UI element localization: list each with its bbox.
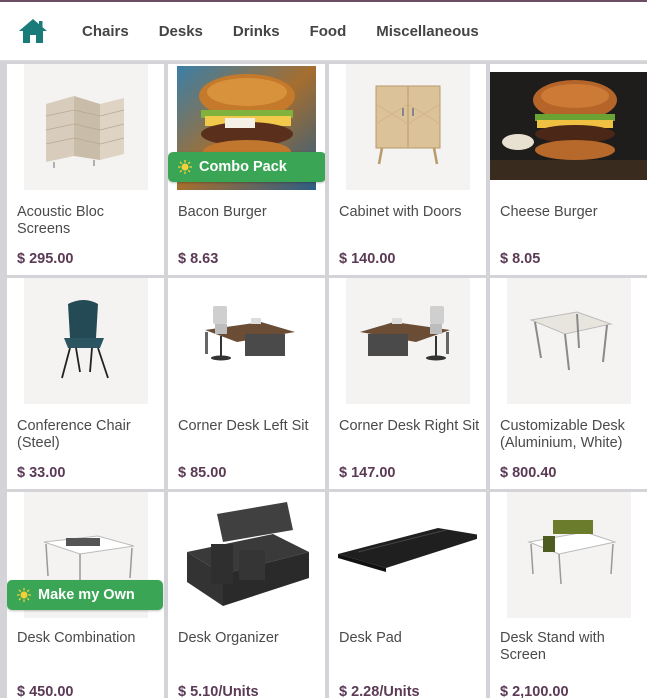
product-card[interactable]: Desk Stand with Screen $ 2,100.00 [490, 492, 647, 698]
product-price: $ 2,100.00 [500, 684, 569, 698]
product-card[interactable]: Cheese Burger $ 8.05 [490, 64, 647, 275]
combo-pack-badge: Combo Pack [168, 152, 325, 182]
product-name: Conference Chair (Steel) [17, 418, 131, 451]
product-name: Desk Organizer [178, 630, 279, 646]
product-price: $ 33.00 [17, 465, 66, 481]
home-icon [19, 19, 47, 43]
product-name: Desk Combination [17, 630, 136, 646]
category-desks[interactable]: Desks [159, 23, 203, 40]
product-price: $ 2.28/Units [339, 684, 420, 698]
product-price: $ 85.00 [178, 465, 227, 481]
badge-label: Make my Own [38, 587, 135, 603]
sun-icon [17, 588, 31, 602]
product-card[interactable]: Cabinet with Doors $ 140.00 [329, 64, 486, 275]
sun-icon [178, 160, 192, 174]
make-my-own-badge: Make my Own [7, 580, 163, 610]
product-image [507, 278, 631, 404]
product-price: $ 140.00 [339, 251, 396, 267]
product-image [490, 72, 647, 180]
product-image [177, 494, 316, 618]
product-price: $ 8.63 [178, 251, 219, 267]
product-price: $ 295.00 [17, 251, 74, 267]
product-name: Desk Pad [339, 630, 402, 646]
product-price: $ 8.05 [500, 251, 541, 267]
product-card[interactable]: Corner Desk Left Sit $ 85.00 [168, 278, 325, 489]
product-name: Acoustic Bloc Screens [17, 204, 105, 237]
category-chairs[interactable]: Chairs [82, 23, 129, 40]
product-price: $ 450.00 [17, 684, 74, 698]
product-card[interactable]: Desk Pad $ 2.28/Units [329, 492, 486, 698]
product-card[interactable]: Combo Pack Bacon Burger $ 8.63 [168, 64, 325, 275]
product-image [507, 492, 631, 618]
product-name: Corner Desk Right Sit [339, 418, 480, 434]
home-button[interactable] [18, 18, 48, 44]
product-name: Customizable Desk (Aluminium, White) [500, 418, 625, 451]
product-image [346, 64, 470, 190]
product-name: Corner Desk Left Sit [178, 418, 309, 434]
product-image [185, 278, 309, 404]
category-bar: Chairs Desks Drinks Food Miscellaneous [0, 0, 647, 61]
product-card[interactable]: Conference Chair (Steel) $ 33.00 [7, 278, 164, 489]
product-name: Cheese Burger [500, 204, 598, 220]
product-card[interactable]: Desk Organizer $ 5.10/Units [168, 492, 325, 698]
product-card[interactable]: Acoustic Bloc Screens $ 295.00 [7, 64, 164, 275]
category-drinks[interactable]: Drinks [233, 23, 280, 40]
product-name: Bacon Burger [178, 204, 267, 220]
product-card[interactable]: Make my Own Desk Combination $ 450.00 [7, 492, 164, 698]
product-name: Desk Stand with Screen [500, 630, 605, 663]
category-miscellaneous[interactable]: Miscellaneous [376, 23, 479, 40]
product-card[interactable]: Corner Desk Right Sit $ 147.00 [329, 278, 486, 489]
product-name: Cabinet with Doors [339, 204, 462, 220]
product-image [346, 278, 470, 404]
product-grid: Acoustic Bloc Screens $ 295.00 Combo Pac… [7, 64, 647, 698]
product-image [24, 64, 148, 190]
product-price: $ 147.00 [339, 465, 396, 481]
product-image [338, 494, 477, 618]
product-price: $ 800.40 [500, 465, 557, 481]
badge-label: Combo Pack [199, 159, 287, 175]
product-card[interactable]: Customizable Desk (Aluminium, White) $ 8… [490, 278, 647, 489]
product-price: $ 5.10/Units [178, 684, 259, 698]
category-food[interactable]: Food [310, 23, 347, 40]
product-image [24, 278, 148, 404]
